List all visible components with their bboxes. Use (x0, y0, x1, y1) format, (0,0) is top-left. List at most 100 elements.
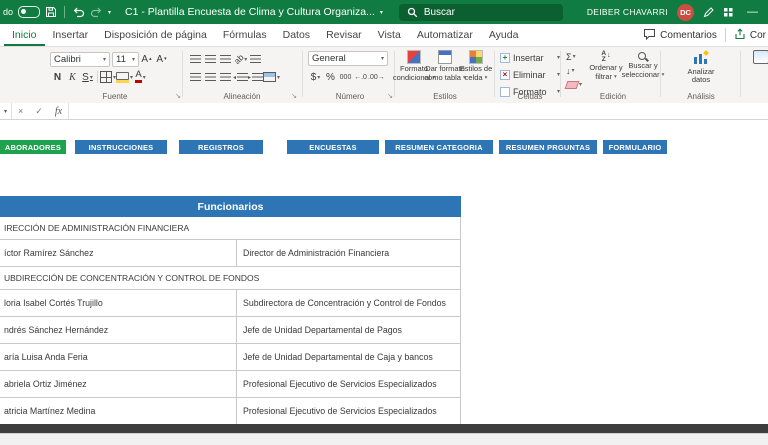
share-button[interactable]: Cor (734, 27, 766, 43)
analyze-data-button[interactable]: Analizar datos (669, 50, 733, 85)
share-label: Cor (749, 29, 766, 41)
nav-button-registros[interactable]: REGISTROS (179, 140, 263, 154)
find-select-button[interactable]: Buscar y seleccionar ▾ (622, 50, 664, 79)
apps-grid-icon[interactable] (723, 7, 734, 18)
table-person-row[interactable]: aría Luisa Anda Feria Jefe de Unidad Depa… (0, 344, 461, 371)
autosum-button[interactable]: Σ ▾ (566, 50, 582, 63)
increase-font-size-button[interactable]: A ▴ (139, 51, 154, 67)
borders-icon (100, 71, 112, 83)
ribbon-tab-revisar[interactable]: Revisar (318, 24, 370, 46)
autosave-label: do (3, 7, 14, 17)
fill-color-button[interactable]: ▾ (116, 69, 133, 85)
ribbon-tab-datos[interactable]: Datos (275, 24, 318, 46)
delete-cells-icon: × (500, 69, 510, 80)
increase-decimal-button[interactable]: ←.0 (353, 69, 368, 85)
table-section-row[interactable]: UBDIRECCIÓN DE CONCENTRACIÓN Y CONTROL D… (0, 267, 461, 290)
table-person-row[interactable]: atricia Martínez Medina Profesional Ejecu… (0, 398, 461, 425)
number-format-select[interactable]: General ▾ (308, 51, 388, 66)
comments-button[interactable]: Comentarios (643, 28, 717, 43)
addins-button[interactable] (748, 50, 768, 64)
decrease-indent-button[interactable]: ◂ (233, 69, 249, 85)
formula-input[interactable] (69, 103, 768, 119)
minimize-button[interactable]: — (743, 6, 762, 18)
undo-icon[interactable] (72, 6, 85, 18)
insert-cells-button[interactable]: + Insertar ▾ (500, 50, 560, 65)
bold-button[interactable]: N (50, 69, 65, 85)
comma-style-button[interactable]: 000 (338, 69, 353, 85)
pencil-icon[interactable] (703, 6, 714, 18)
cancel-icon[interactable]: × (12, 106, 29, 116)
format-as-table-button[interactable]: Dar formato como tabla ▾ (424, 50, 466, 82)
merge-center-button[interactable]: ▾ (263, 69, 280, 85)
table-person-row[interactable]: abriela Ortiz Jiménez Profesional Ejecuti… (0, 371, 461, 398)
ribbon-tab-insertar[interactable]: Insertar (45, 24, 97, 46)
document-title[interactable]: C1 - Plantilla Encuesta de Clima y Cultu… (125, 6, 383, 18)
tabs-row-right: Comentarios Cor (643, 24, 768, 46)
insert-function-icon[interactable]: fx (49, 106, 68, 117)
underline-button[interactable]: S ▾ (80, 69, 95, 85)
align-top-button[interactable] (188, 51, 203, 67)
ribbon-group-styles: Formato condicional ▾ Dar formato como ta… (393, 47, 492, 103)
save-icon[interactable] (45, 6, 57, 18)
ribbon-tab-automatizar[interactable]: Automatizar (409, 24, 481, 46)
name-box-chevron-icon[interactable]: ▾ (0, 108, 11, 115)
search-box[interactable]: Buscar (398, 3, 563, 21)
autosave-toggle[interactable] (18, 6, 41, 18)
align-bottom-button[interactable] (218, 51, 233, 67)
nav-button-instrucciones[interactable]: INSTRUCCIONES (75, 140, 167, 154)
person-title: Profesional Ejecutivo de Servicios Espec… (243, 379, 437, 389)
ribbon-tab-vista[interactable]: Vista (370, 24, 409, 46)
addins-icon (753, 50, 768, 64)
font-family-select[interactable]: Calibri ▾ (50, 51, 110, 67)
nav-button-colaboradores[interactable]: ABORADORES (0, 140, 66, 154)
orientation-button[interactable]: ab ▾ (232, 51, 248, 67)
cell-styles-button[interactable]: Estilos de celda ▾ (460, 50, 492, 82)
accounting-format-button[interactable]: $ ▾ (308, 69, 323, 85)
ribbon-tabs: Inicio Insertar Disposición de página Fórmu… (0, 24, 526, 46)
ribbon-tab-disposicion-de-pagina[interactable]: Disposición de página (96, 24, 215, 46)
font-color-button[interactable]: A ▾ (133, 69, 148, 85)
user-name: DEIBER CHAVARRI (586, 7, 668, 17)
wrap-text-button[interactable] (248, 51, 263, 67)
table-person-row[interactable]: loria Isabel Cortés Trujillo Subdirectora… (0, 290, 461, 317)
table-section-row[interactable]: IRECCIÓN DE ADMINISTRACIÓN FINANCIERA (0, 217, 461, 240)
table-person-row[interactable]: ndrés Sánchez Hernández Jefe de Unidad De… (0, 317, 461, 344)
align-center-button[interactable] (203, 69, 218, 85)
ribbon-tab-ayuda[interactable]: Ayuda (481, 24, 527, 46)
nav-button-resumen-categoria[interactable]: RESUMEN CATEGORIA (385, 140, 493, 154)
percent-style-button[interactable]: % (323, 69, 338, 85)
font-size-select[interactable]: 11 ▾ (112, 51, 139, 67)
chevron-down-icon[interactable]: ▾ (108, 9, 111, 16)
section-label: UBDIRECCIÓN DE CONCENTRACIÓN Y CONTROL D… (4, 273, 260, 283)
table-person-row[interactable]: íctor Ramírez Sánchez Director de Adminis… (0, 240, 461, 267)
number-format-value: General (312, 53, 346, 64)
conditional-formatting-icon (407, 50, 421, 64)
nav-button-formulario[interactable]: FORMULARIO (603, 140, 667, 154)
ribbon-tab-formulas[interactable]: Fórmulas (215, 24, 275, 46)
nav-button-resumen-preguntas[interactable]: RESUMEN PRGUNTAS (499, 140, 597, 154)
bottom-dark-bar (0, 424, 768, 433)
borders-button[interactable]: ▾ (100, 69, 116, 85)
delete-cells-button[interactable]: × Eliminar ▾ (500, 67, 560, 82)
document-title-text: C1 - Plantilla Encuesta de Clima y Cultu… (125, 6, 375, 18)
italic-button[interactable]: K (65, 69, 80, 85)
avatar[interactable]: DC (677, 3, 694, 21)
section-label: IRECCIÓN DE ADMINISTRACIÓN FINANCIERA (4, 223, 190, 233)
enter-icon[interactable]: ✓ (29, 106, 49, 117)
share-icon (734, 27, 746, 43)
decrease-decimal-button[interactable]: .00→ (368, 69, 385, 85)
sort-filter-button[interactable]: A Z ↓ Ordenar y filtrar ▾ (588, 50, 624, 81)
sheet-area[interactable]: ABORADORES INSTRUCCIONES REGISTROS ENCUESTA… (0, 120, 768, 425)
divider (724, 28, 726, 42)
redo-icon[interactable] (90, 6, 103, 18)
fill-button[interactable]: ↓ ▾ (566, 64, 582, 77)
align-right-button[interactable] (218, 69, 233, 85)
ribbon-tab-inicio[interactable]: Inicio (4, 24, 45, 46)
nav-button-encuestas[interactable]: ENCUESTAS (287, 140, 379, 154)
align-middle-button[interactable] (203, 51, 218, 67)
increase-indent-button[interactable]: ▸ (248, 69, 264, 85)
decrease-font-size-button[interactable]: A ▾ (154, 51, 169, 67)
align-left-button[interactable] (188, 69, 203, 85)
group-label-editing: Edición (599, 92, 627, 101)
clear-button[interactable]: ▾ (564, 78, 582, 91)
